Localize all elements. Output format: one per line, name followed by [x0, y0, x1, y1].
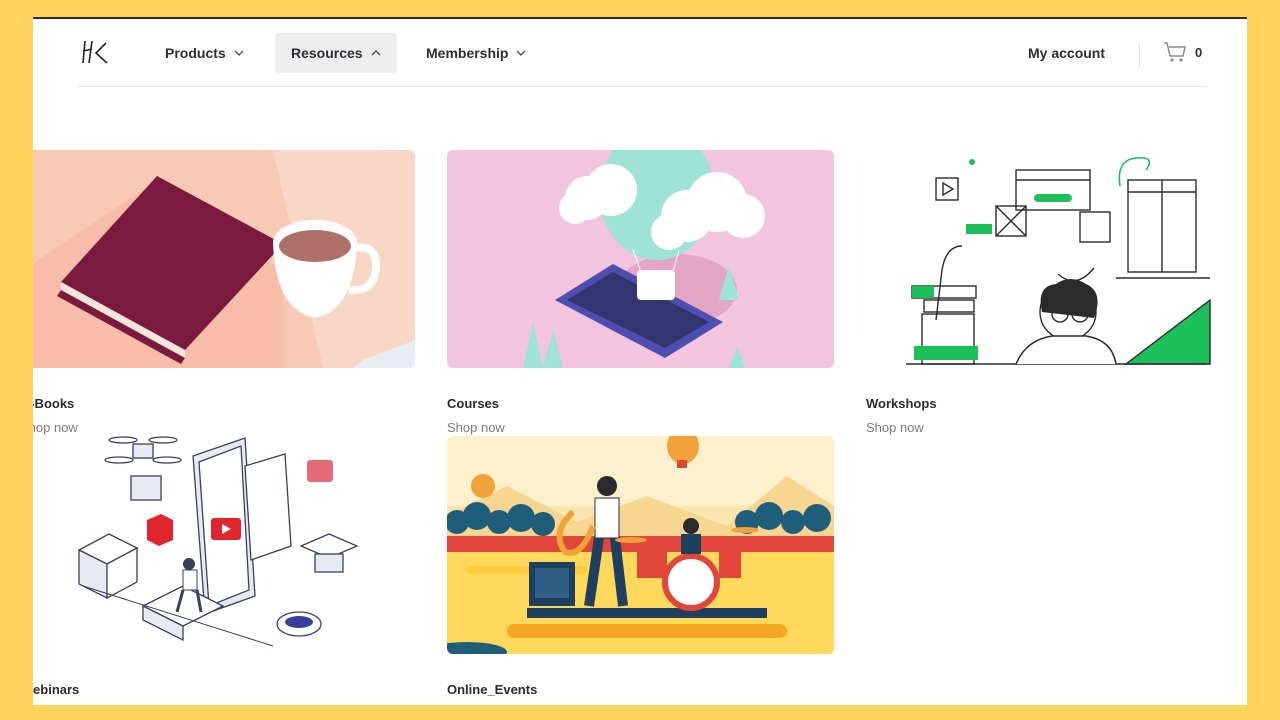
chevron-down-icon	[234, 50, 244, 56]
shop-now-link[interactable]: Shop now	[447, 420, 505, 435]
ebooks-image[interactable]	[33, 150, 415, 368]
nav-membership-label: Membership	[426, 45, 509, 61]
card-title[interactable]: Online_Events	[447, 682, 537, 697]
online-events-image[interactable]	[447, 436, 834, 654]
card-courses[interactable]: Courses Shop now	[447, 150, 834, 440]
browser-viewport: Products Resources Membership My account…	[33, 17, 1247, 705]
header-divider-line	[76, 86, 1206, 87]
card-title[interactable]: Webinars	[33, 682, 79, 697]
header-divider	[1139, 43, 1140, 67]
card-title[interactable]: e-Books	[33, 396, 74, 411]
nav-resources-label: Resources	[291, 45, 363, 61]
workshops-image[interactable]	[866, 150, 1226, 368]
nav-products[interactable]: Products	[149, 33, 260, 73]
card-title[interactable]: Workshops	[866, 396, 937, 411]
cart-icon	[1164, 42, 1186, 62]
shop-now-link[interactable]: Shop now	[33, 420, 78, 435]
shop-now-link[interactable]: Shop now	[866, 420, 924, 435]
courses-image[interactable]	[447, 150, 834, 368]
card-workshops[interactable]: Workshops Shop now	[866, 150, 1226, 440]
cart-count: 0	[1195, 44, 1203, 60]
card-title[interactable]: Courses	[447, 396, 499, 411]
card-online-events[interactable]: Online_Events	[447, 436, 834, 705]
nav-membership[interactable]: Membership	[410, 33, 542, 73]
site-header: Products Resources Membership My account…	[33, 19, 1247, 87]
chevron-up-icon	[371, 50, 381, 56]
brand-logo[interactable]	[80, 37, 112, 67]
card-webinars[interactable]: Webinars	[33, 436, 415, 705]
nav-resources[interactable]: Resources	[275, 33, 397, 73]
card-ebooks[interactable]: e-Books Shop now	[33, 150, 415, 440]
webinars-image[interactable]	[33, 436, 415, 654]
chevron-down-icon	[516, 50, 526, 56]
nav-products-label: Products	[165, 45, 226, 61]
cart-button[interactable]: 0	[1163, 41, 1202, 63]
my-account-link[interactable]: My account	[1028, 45, 1105, 61]
